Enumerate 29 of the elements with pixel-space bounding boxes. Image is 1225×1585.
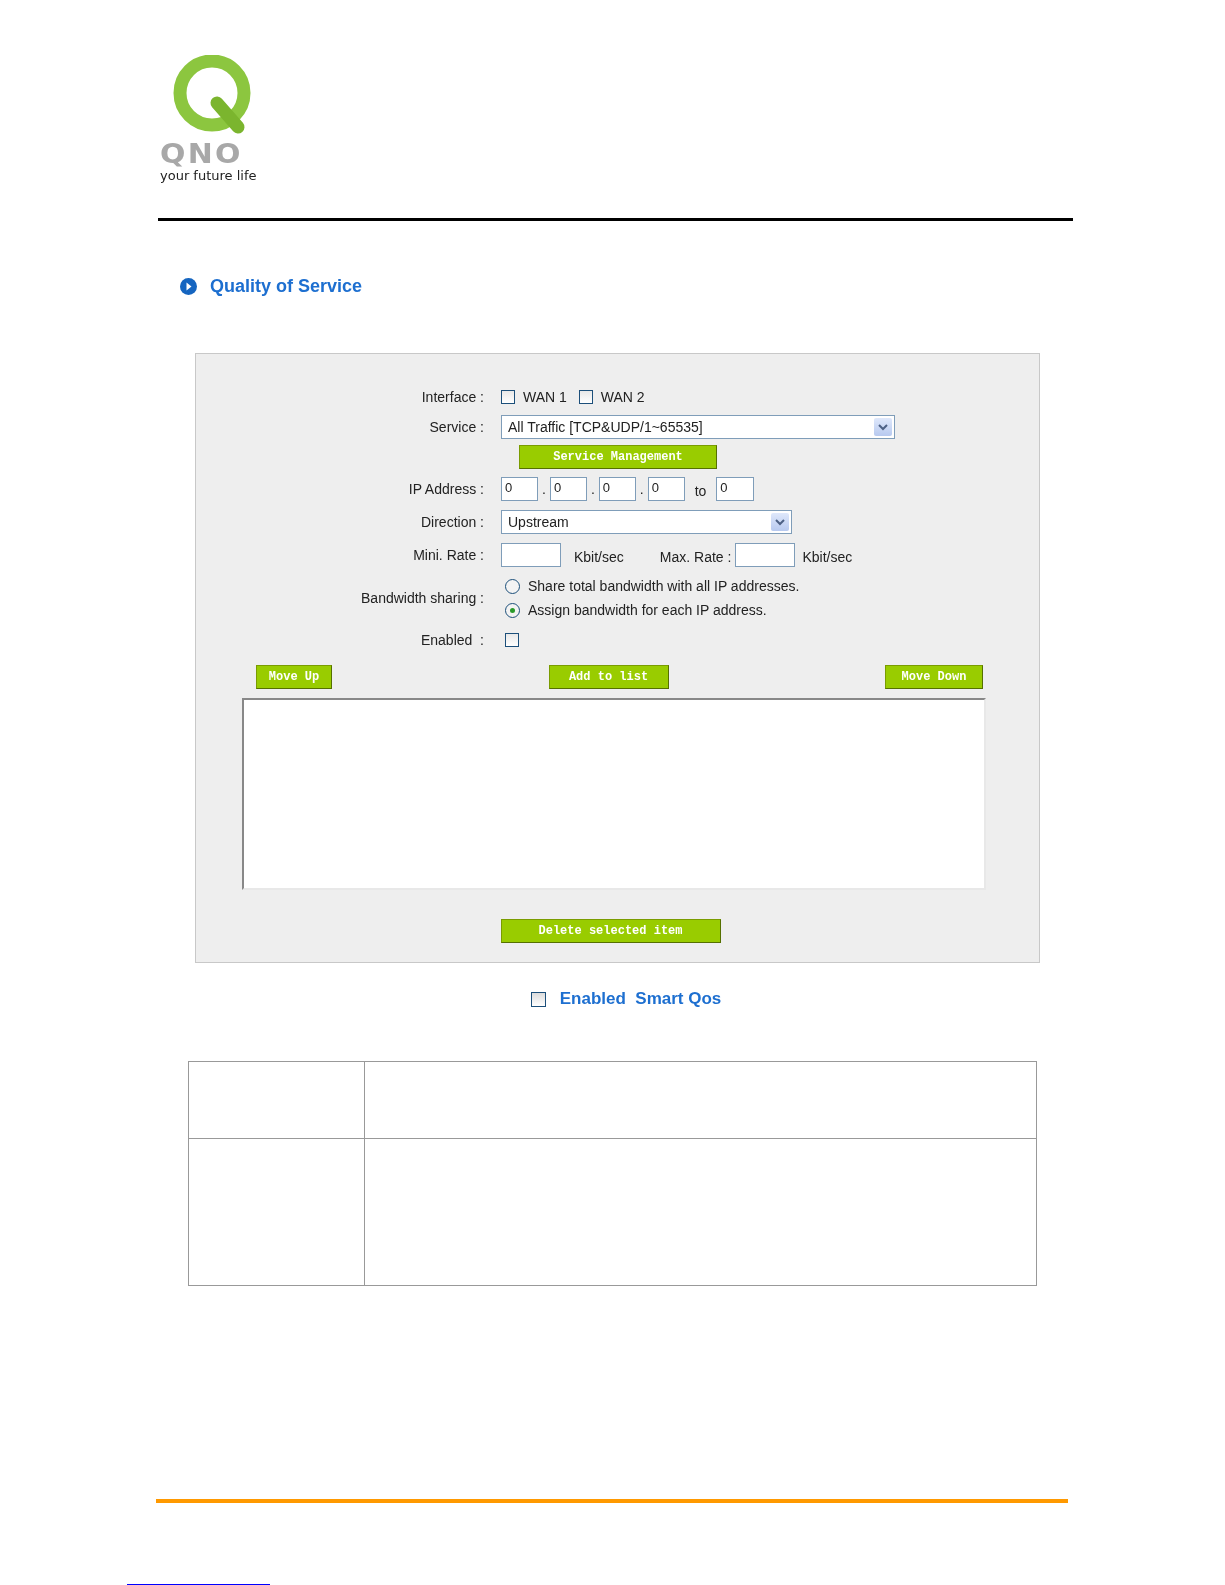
smart-qos-label: Enabled Smart Qos	[559, 989, 722, 1009]
section-title: Quality of Service	[210, 276, 363, 297]
ip-end-field[interactable]: 0	[716, 476, 755, 501]
unit-label: Kbit/sec	[802, 548, 853, 565]
field-label: Interface :	[420, 389, 484, 405]
checkbox-label: WAN 1	[523, 389, 567, 405]
field-label: Mini. Rate :	[412, 546, 484, 563]
field-label: Enabled :	[419, 632, 484, 648]
ip-octet-field[interactable]: 0	[598, 476, 636, 501]
ip-octet-field[interactable]: 0	[549, 476, 587, 501]
radio-label: Assign bandwidth for each IP address.	[528, 602, 767, 618]
ip-octet-field[interactable]: 0	[647, 476, 685, 501]
dot-separator: .	[590, 480, 595, 497]
unit-label: Kbit/sec	[574, 548, 624, 565]
to-label: to	[694, 482, 707, 499]
field-label: Service :	[428, 419, 484, 435]
radio-label: Share total bandwidth with all IP addresses.	[528, 578, 800, 594]
ip-octet-field[interactable]: 0	[501, 476, 538, 501]
field-label: Max. Rate :	[659, 548, 732, 565]
logo-wordmark: QNO	[160, 142, 243, 166]
logo-tagline: your future life	[160, 168, 257, 184]
dot-separator: .	[639, 480, 644, 497]
dot-separator: .	[542, 480, 546, 497]
field-label: Direction :	[419, 513, 484, 530]
service-dropdown[interactable]: All Traffic [TCP&UDP/1~65535]	[501, 415, 895, 439]
field-label: Bandwidth sharing :	[360, 590, 484, 606]
direction-dropdown[interactable]: Upstream	[501, 509, 792, 534]
field-label: IP Address :	[407, 480, 484, 497]
checkbox-label: WAN 2	[600, 389, 645, 405]
